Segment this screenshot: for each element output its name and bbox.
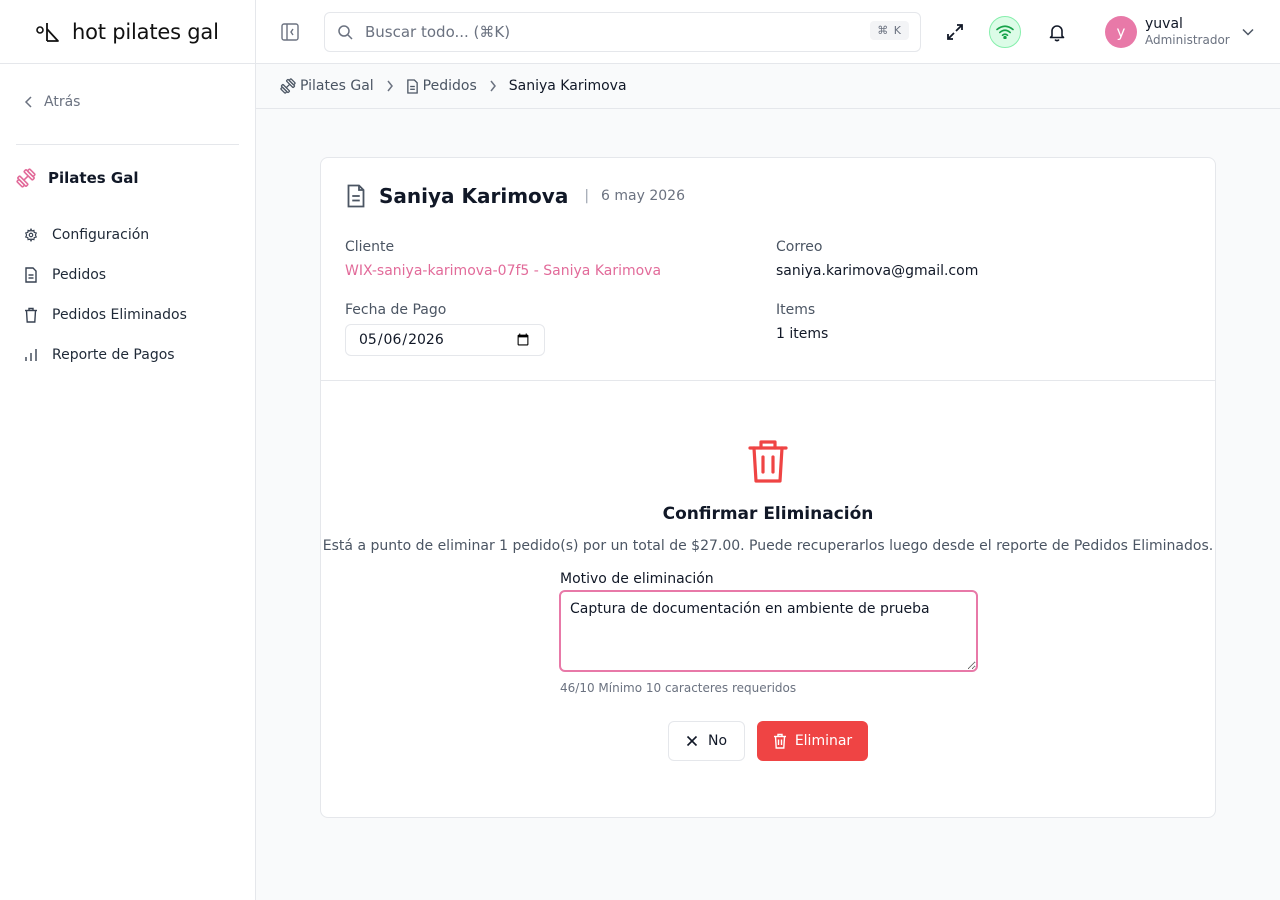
client-link[interactable]: WIX-saniya-karimova-07f5 - Saniya Karimo… — [345, 263, 661, 279]
user-menu[interactable]: y yuval Administrador — [1105, 15, 1254, 49]
logo[interactable]: hot pilates gal — [0, 0, 255, 64]
avatar: y — [1105, 16, 1137, 48]
delete-button[interactable]: Eliminar — [757, 721, 868, 761]
sidebar-toggle-button[interactable] — [280, 22, 300, 42]
document-icon — [347, 184, 365, 208]
sidebar-nav: Configuración Pedidos Pedidos Eliminados… — [0, 215, 255, 375]
bell-icon — [1049, 25, 1065, 42]
panel-collapse-icon — [281, 23, 299, 41]
order-title: Saniya Karimova — [379, 184, 569, 208]
fullscreen-button[interactable] — [945, 22, 965, 42]
sidebar-divider — [16, 144, 239, 145]
breadcrumb-item-org[interactable]: Pilates Gal — [280, 78, 374, 94]
title-separator: | — [584, 188, 590, 204]
dumbbell-icon — [280, 78, 296, 94]
gear-icon — [24, 228, 38, 242]
breadcrumb-label: Pedidos — [422, 78, 477, 94]
search-icon — [338, 25, 353, 40]
sidebar: hot pilates gal Atrás Pilates Gal Config… — [0, 0, 256, 900]
sidebar-item-pedidos[interactable]: Pedidos — [0, 255, 255, 295]
order-header: Saniya Karimova | 6 may 2026 — [345, 184, 685, 208]
sidebar-item-label: Reporte de Pagos — [52, 347, 175, 363]
sidebar-item-label: Configuración — [52, 227, 150, 243]
reason-textarea[interactable]: Captura de documentación en ambiente de … — [559, 590, 978, 672]
search-input[interactable] — [365, 23, 855, 41]
sidebar-item-label: Pedidos — [52, 267, 107, 283]
trash-icon — [25, 307, 37, 323]
user-name: yuval — [1145, 16, 1183, 32]
email-label: Correo — [776, 239, 823, 255]
user-info: yuval Administrador — [1145, 16, 1230, 48]
reason-label: Motivo de eliminación — [560, 571, 714, 587]
breadcrumb: Pilates Gal Pedidos Saniya Karimova — [256, 64, 1280, 109]
trash-icon — [773, 733, 786, 749]
confirm-title: Confirmar Eliminación — [662, 504, 874, 524]
breadcrumb-label: Pilates Gal — [300, 78, 374, 94]
back-label: Atrás — [44, 94, 81, 110]
org-name: Pilates Gal — [48, 169, 139, 187]
reason-hint: 46/10 Mínimo 10 caracteres requeridos — [560, 681, 797, 695]
cancel-button[interactable]: No — [668, 721, 745, 761]
document-icon — [25, 267, 37, 283]
wifi-icon — [996, 25, 1014, 39]
cancel-label: No — [707, 733, 728, 749]
document-icon — [406, 78, 418, 94]
sidebar-item-pedidos-eliminados[interactable]: Pedidos Eliminados — [0, 295, 255, 335]
chevron-right-icon — [489, 80, 497, 92]
top-header: ⌘ K y yuval Administrador — [256, 0, 1280, 64]
breadcrumb-current: Saniya Karimova — [508, 78, 627, 94]
sidebar-item-label: Pedidos Eliminados — [52, 307, 187, 323]
notifications-button[interactable] — [1046, 21, 1068, 43]
payment-date-label: Fecha de Pago — [345, 302, 447, 318]
global-search[interactable]: ⌘ K — [324, 12, 921, 52]
order-card: Saniya Karimova | 6 may 2026 Cliente WIX… — [320, 157, 1216, 818]
connection-status-button[interactable] — [989, 16, 1021, 48]
logo-text: hot pilates gal — [72, 19, 219, 44]
trash-icon — [748, 439, 788, 487]
sidebar-item-reporte-de-pagos[interactable]: Reporte de Pagos — [0, 335, 255, 375]
sidebar-item-configuracion[interactable]: Configuración — [0, 215, 255, 255]
logo-mark-icon — [36, 21, 64, 43]
dumbbell-icon — [16, 168, 36, 188]
card-divider — [321, 380, 1215, 381]
breadcrumb-item-pedidos[interactable]: Pedidos — [406, 78, 477, 94]
items-label: Items — [776, 302, 816, 318]
chevron-down-icon — [1242, 28, 1254, 36]
payment-date-input[interactable] — [345, 324, 545, 356]
delete-label: Eliminar — [794, 733, 853, 749]
order-date: 6 may 2026 — [601, 188, 685, 204]
search-shortcut-badge: ⌘ K — [870, 21, 909, 40]
email-value: saniya.karimova@gmail.com — [776, 263, 979, 279]
confirm-description: Está a punto de eliminar 1 pedido(s) por… — [322, 538, 1214, 554]
client-label: Cliente — [345, 239, 395, 255]
bar-chart-icon — [25, 349, 37, 361]
chevron-left-icon — [24, 96, 32, 108]
user-role: Administrador — [1145, 33, 1230, 47]
items-value: 1 items — [776, 326, 829, 342]
close-icon — [686, 735, 698, 747]
org-header: Pilates Gal — [0, 167, 255, 189]
expand-icon — [947, 24, 963, 40]
chevron-right-icon — [386, 80, 394, 92]
back-link[interactable]: Atrás — [0, 82, 255, 122]
